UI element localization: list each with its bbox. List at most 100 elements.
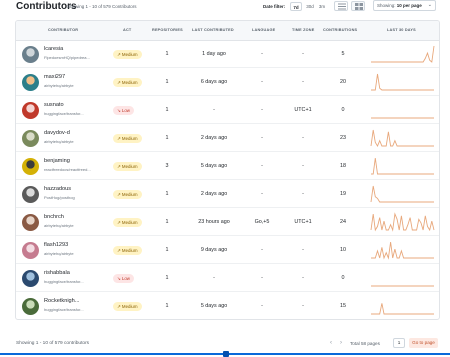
col-contributions[interactable]: Contributions <box>323 28 357 32</box>
avatar[interactable] <box>22 130 39 147</box>
activity-label: Medium <box>121 136 138 141</box>
last-contributed: 23 hours ago <box>198 219 230 225</box>
last-contributed: 6 days ago <box>200 79 228 85</box>
sparkline-line <box>370 185 434 203</box>
contributor-repo: airbytehq/airbyte <box>44 83 74 88</box>
col-language[interactable]: Language <box>252 28 275 32</box>
avatar[interactable] <box>22 186 39 203</box>
col-last-contributed[interactable]: Last Contributed <box>192 28 234 32</box>
showing-count: Showing 1 - 10 of 579 Contributors <box>67 4 137 9</box>
table-row[interactable]: benjaming reactfreedocs/reactfreed... ↗ Me… <box>16 153 439 180</box>
next-page-icon[interactable]: › <box>340 340 342 346</box>
last-contributed: 5 days ago <box>200 303 228 309</box>
avatar[interactable] <box>22 74 39 91</box>
sparkline-line <box>370 212 435 232</box>
table-row[interactable]: davydov-d airbytehq/airbyte ↗ Medium 1 2 day… <box>16 125 439 152</box>
col-contributor[interactable]: Contributor <box>48 28 78 32</box>
chevron-down-icon: ⌄ <box>427 2 432 8</box>
activity-badge: ↘ Low <box>113 274 134 283</box>
contributor-repo: huggingface/transfor... <box>44 111 84 116</box>
table-row[interactable]: Rocketknigh... huggingface/transfor... ↗ M… <box>16 293 439 319</box>
contributors-table: Contributor Act Repositories Last Contri… <box>15 20 440 320</box>
repositories-count: 1 <box>165 107 169 113</box>
table-row[interactable]: lcaresia FlpedoesmHQ/pipedrea... ↗ Medium 1… <box>16 41 439 68</box>
avatar[interactable] <box>22 242 39 259</box>
table-row[interactable]: bnchrch airbytehq/airbyte ↗ Medium 1 23 hour… <box>16 209 439 236</box>
table-row[interactable]: hazzadous PostHog/posthog ↗ Medium 1 2 days … <box>16 181 439 208</box>
sparkline-line <box>371 45 435 63</box>
last-contributed: 5 days ago <box>200 163 228 169</box>
avatar[interactable] <box>22 102 39 119</box>
language: - <box>261 51 263 57</box>
table-header: Contributor Act Repositories Last Contri… <box>16 21 439 41</box>
avatar[interactable] <box>22 298 39 315</box>
grid-view-icon <box>355 3 363 10</box>
avatar[interactable] <box>22 270 39 287</box>
scrollbar-thumb[interactable] <box>223 351 229 357</box>
activity-label: Medium <box>121 80 138 85</box>
activity-sparkline <box>371 73 434 91</box>
col-time-zone[interactable]: Time Zone <box>292 28 314 32</box>
avatar[interactable] <box>22 214 39 231</box>
table-row[interactable]: susnato huggingface/transfor... ↘ Low 1 - - UT… <box>16 97 439 124</box>
col-repositories[interactable]: Repositories <box>152 28 183 32</box>
contributions-count: 18 <box>340 163 346 169</box>
time-zone: - <box>302 191 304 197</box>
list-view-button[interactable] <box>334 1 348 11</box>
repositories-count: 1 <box>165 275 169 281</box>
table-row[interactable]: maxi297 airbytehq/airbyte ↗ Medium 1 6 days … <box>16 69 439 96</box>
contributor-repo: FlpedoesmHQ/pipedrea... <box>44 55 90 60</box>
contributor-name[interactable]: lcaresia <box>44 46 63 52</box>
footer-showing: Showing 1 - 10 of 579 contributors <box>16 341 90 346</box>
activity-sparkline <box>371 45 435 63</box>
activity-label: Medium <box>121 304 138 309</box>
contributor-name[interactable]: maxi297 <box>44 74 65 80</box>
activity-label: Medium <box>121 248 138 253</box>
per-page-select[interactable]: Showing: 10 per page ⌄ <box>373 0 436 11</box>
contributor-name[interactable]: rishabbala <box>44 270 70 276</box>
col-last-30-days[interactable]: Last 30 Days <box>387 28 416 32</box>
contributions-count: 15 <box>340 303 346 309</box>
last-contributed: 2 days ago <box>200 191 228 197</box>
date-filter-3m[interactable]: 3m <box>317 2 327 11</box>
date-filter-30d[interactable]: 30d <box>304 2 316 11</box>
contributor-name[interactable]: benjaming <box>44 158 70 164</box>
table-row[interactable]: flash1293 airbytehq/airbyte ↗ Medium 1 9 day… <box>16 237 439 264</box>
repositories-count: 3 <box>165 163 169 169</box>
contributions-count: 20 <box>340 79 346 85</box>
time-zone: - <box>302 303 304 309</box>
table-row[interactable]: rishabbala huggingface/transfor... ↘ Low 1 -… <box>16 265 439 292</box>
page-number-input[interactable]: 1 <box>393 338 405 348</box>
sparkline-line <box>370 129 434 147</box>
col-act[interactable]: Act <box>123 28 131 32</box>
activity-badge: ↗ Medium <box>113 50 142 59</box>
contributor-repo: airbytehq/airbyte <box>44 251 74 256</box>
last-contributed: 2 days ago <box>200 135 228 141</box>
language: - <box>261 191 263 197</box>
grid-view-button[interactable] <box>351 1 365 11</box>
contributor-name[interactable]: susnato <box>44 102 64 108</box>
language: Go,+5 <box>254 219 270 225</box>
contributor-name[interactable]: hazzadous <box>44 186 71 192</box>
date-filter-7d[interactable]: 7d <box>290 2 302 11</box>
avatar[interactable] <box>22 46 39 63</box>
contributor-name[interactable]: davydov-d <box>44 130 70 136</box>
time-zone: - <box>302 79 304 85</box>
language: - <box>261 135 263 141</box>
activity-label: Medium <box>121 52 138 57</box>
language: - <box>261 163 263 169</box>
repositories-count: 1 <box>165 79 169 85</box>
contributor-name[interactable]: Rocketknigh... <box>44 298 79 304</box>
contributor-name[interactable]: flash1293 <box>44 242 68 248</box>
activity-label: Medium <box>121 164 138 169</box>
sparkline-line <box>371 303 434 315</box>
go-to-page-button[interactable]: Go to page <box>409 338 438 348</box>
prev-page-icon[interactable]: ‹ <box>330 340 332 346</box>
activity-sparkline <box>371 241 434 260</box>
repositories-count: 1 <box>165 135 169 141</box>
contributions-count: 0 <box>341 107 345 113</box>
avatar[interactable] <box>22 158 39 175</box>
contributor-name[interactable]: bnchrch <box>44 214 64 220</box>
activity-label: Medium <box>121 192 138 197</box>
time-zone: - <box>302 247 304 253</box>
